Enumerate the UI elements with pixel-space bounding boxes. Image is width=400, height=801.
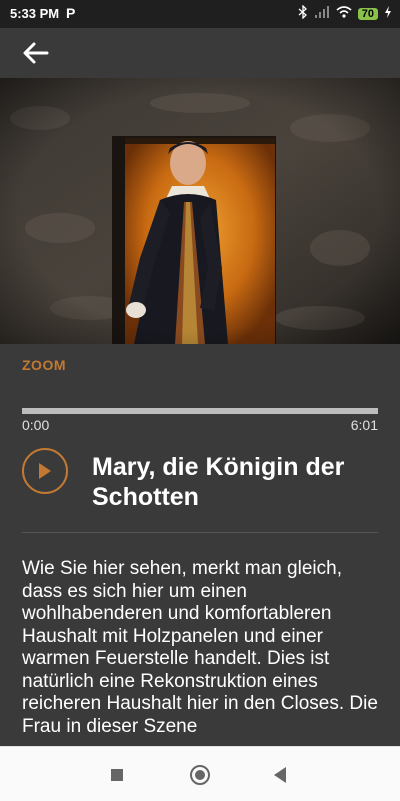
battery-icon: 70 <box>357 7 378 20</box>
status-bar: 5:33 PM P 70 <box>0 0 400 28</box>
recent-apps-icon[interactable] <box>111 769 123 781</box>
status-icons: 70 <box>298 4 392 22</box>
hero-image <box>0 78 400 344</box>
arrow-left-icon[interactable] <box>22 40 50 66</box>
wifi-icon <box>336 6 352 21</box>
play-icon <box>39 463 51 479</box>
play-button[interactable] <box>22 448 68 494</box>
description-text: Wie Sie hier sehen, merkt man gleich, da… <box>22 558 378 737</box>
audio-progress-bar[interactable] <box>22 408 378 414</box>
system-nav-bar <box>0 746 400 801</box>
signal-icon <box>314 6 330 21</box>
bluetooth-icon <box>298 4 308 22</box>
content-area[interactable]: ZOOM 0:00 6:01 Mary, die Königin der Sch… <box>0 344 400 746</box>
back-nav-icon[interactable] <box>274 767 286 783</box>
charging-icon <box>384 6 392 21</box>
current-time: 0:00 <box>22 417 50 433</box>
duration: 6:01 <box>350 417 378 433</box>
divider <box>22 532 378 533</box>
app-notification-icon: P <box>66 5 76 21</box>
track-title: Mary, die Königin der Schotten <box>92 453 345 511</box>
app-bar <box>0 28 400 78</box>
status-time: 5:33 PM <box>10 6 60 21</box>
home-icon[interactable] <box>190 765 210 785</box>
section-label[interactable]: ZOOM <box>22 357 66 373</box>
